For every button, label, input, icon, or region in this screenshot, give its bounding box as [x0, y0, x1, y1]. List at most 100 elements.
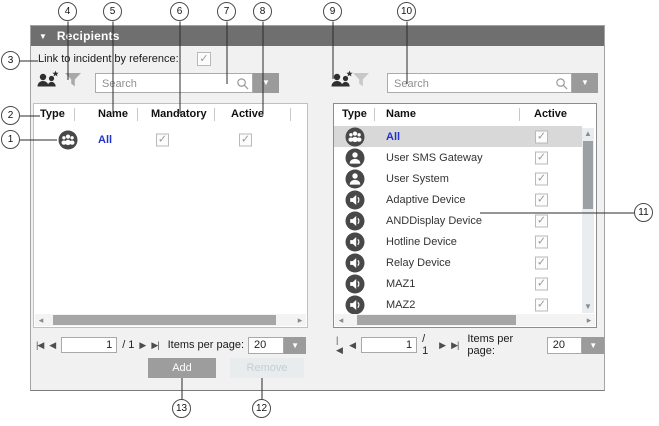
scrollbar-thumb[interactable]: [583, 141, 593, 209]
column-header-active[interactable]: Active: [231, 108, 264, 120]
left-search-field[interactable]: [95, 73, 253, 93]
available-recipients-table: Type Name Active All✓User SMS Gateway✓Us…: [333, 103, 597, 328]
first-page-button[interactable]: |◀: [36, 340, 43, 351]
collapse-icon[interactable]: ▼: [39, 32, 47, 41]
table-row[interactable]: Adaptive Device✓: [334, 189, 596, 210]
scroll-up-icon[interactable]: ▲: [582, 128, 594, 140]
speaker-icon: [345, 274, 365, 294]
callout-5: 5: [103, 2, 122, 21]
active-checkbox[interactable]: ✓: [535, 256, 548, 269]
active-checkbox[interactable]: ✓: [535, 214, 548, 227]
scroll-left-icon[interactable]: ◂: [35, 314, 47, 326]
column-separator: [214, 108, 215, 121]
vertical-scrollbar[interactable]: ▲ ▼: [582, 128, 594, 313]
active-checkbox[interactable]: ✓: [239, 133, 252, 146]
chevron-down-icon: ▼: [291, 341, 299, 350]
scroll-right-icon[interactable]: ▸: [583, 314, 595, 326]
table-header: Type Name Mandatory Active: [34, 104, 307, 126]
column-header-type[interactable]: Type: [40, 108, 65, 120]
recipient-name: ANDDisplay Device: [386, 215, 482, 227]
scrollbar-thumb[interactable]: [53, 315, 276, 325]
items-per-page-value[interactable]: 20: [248, 337, 284, 354]
callout-9: 9: [323, 2, 342, 21]
selected-recipients-table: Type Name Mandatory Active All ✓ ✓ ◂ ▸: [33, 103, 308, 328]
table-row[interactable]: MAZ2✓: [334, 294, 596, 315]
page-total-label: / 1: [122, 339, 134, 351]
table-row[interactable]: Hotline Device✓: [334, 231, 596, 252]
table-row[interactable]: MAZ1✓: [334, 273, 596, 294]
remove-button[interactable]: Remove: [230, 358, 304, 378]
items-per-page-label: Items per page:: [168, 339, 244, 351]
chevron-down-icon: ▼: [589, 341, 597, 350]
items-per-page-dropdown[interactable]: ▼: [582, 337, 604, 354]
scroll-down-icon[interactable]: ▼: [582, 301, 594, 313]
callout-11: 11: [634, 203, 653, 222]
search-icon: [555, 77, 568, 90]
recipient-name: All: [98, 134, 112, 146]
items-per-page-dropdown[interactable]: ▼: [284, 337, 306, 354]
scrollbar-thumb[interactable]: [357, 315, 516, 325]
scroll-right-icon[interactable]: ▸: [294, 314, 306, 326]
page-number-input[interactable]: [361, 337, 417, 353]
column-header-active[interactable]: Active: [534, 108, 567, 120]
table-header: Type Name Active: [334, 104, 596, 126]
table-row[interactable]: Relay Device✓: [334, 252, 596, 273]
callout-10: 10: [397, 2, 416, 21]
filter-icon[interactable]: [352, 71, 370, 89]
last-page-button[interactable]: ▶|: [151, 340, 158, 351]
page-number-input[interactable]: [61, 337, 117, 353]
link-to-incident-checkbox[interactable]: ✓: [197, 52, 211, 66]
table-row[interactable]: All ✓ ✓: [34, 126, 307, 153]
table-row[interactable]: User System ✓: [334, 168, 596, 189]
speaker-icon: [345, 190, 365, 210]
add-recipient-group-icon[interactable]: [330, 70, 354, 90]
last-page-button[interactable]: ▶|: [451, 340, 458, 351]
speaker-icon: [345, 211, 365, 231]
mandatory-checkbox[interactable]: ✓: [156, 133, 169, 146]
recipient-name: User System: [386, 173, 449, 185]
column-separator: [290, 108, 291, 121]
active-checkbox[interactable]: ✓: [535, 151, 548, 164]
active-checkbox[interactable]: ✓: [535, 277, 548, 290]
active-checkbox[interactable]: ✓: [535, 130, 548, 143]
panel-titlebar[interactable]: ▼ Recipients: [31, 26, 604, 46]
callout-4: 4: [58, 2, 77, 21]
active-checkbox[interactable]: ✓: [535, 298, 548, 311]
scroll-left-icon[interactable]: ◂: [335, 314, 347, 326]
right-search-field[interactable]: [387, 73, 572, 93]
previous-page-button[interactable]: ◀: [49, 340, 55, 351]
callout-13: 13: [172, 399, 191, 418]
column-header-type[interactable]: Type: [342, 108, 367, 120]
search-icon: [236, 77, 249, 90]
column-header-name[interactable]: Name: [98, 108, 128, 120]
column-header-mandatory[interactable]: Mandatory: [151, 108, 207, 120]
group-icon: [58, 130, 78, 150]
table-row[interactable]: User SMS Gateway✓: [334, 147, 596, 168]
active-checkbox[interactable]: ✓: [535, 193, 548, 206]
right-search-input[interactable]: [392, 75, 551, 93]
table-row[interactable]: All✓: [334, 126, 582, 147]
active-checkbox[interactable]: ✓: [535, 235, 548, 248]
column-header-name[interactable]: Name: [386, 108, 416, 120]
speaker-icon: [345, 253, 365, 273]
right-search-dropdown-button[interactable]: ▼: [572, 73, 598, 93]
filter-icon[interactable]: [64, 71, 82, 89]
callout-2: 2: [1, 106, 20, 125]
column-separator: [374, 108, 375, 121]
user-icon: [345, 148, 365, 168]
first-page-button[interactable]: |◀: [336, 335, 343, 356]
next-page-button[interactable]: ▶: [439, 340, 445, 351]
speaker-icon: [345, 295, 365, 315]
add-recipient-group-icon[interactable]: [36, 70, 60, 90]
next-page-button[interactable]: ▶: [139, 340, 145, 351]
table-row[interactable]: ANDDisplay Device ✓: [334, 210, 596, 231]
active-checkbox[interactable]: ✓: [535, 172, 548, 185]
horizontal-scrollbar[interactable]: ◂ ▸: [35, 314, 306, 326]
previous-page-button[interactable]: ◀: [349, 340, 355, 351]
left-search-dropdown-button[interactable]: ▼: [253, 73, 279, 93]
left-search-input[interactable]: [100, 75, 232, 93]
horizontal-scrollbar[interactable]: ◂ ▸: [335, 314, 595, 326]
add-button[interactable]: Add: [148, 358, 216, 378]
column-separator: [137, 108, 138, 121]
items-per-page-value[interactable]: 20: [547, 337, 583, 354]
